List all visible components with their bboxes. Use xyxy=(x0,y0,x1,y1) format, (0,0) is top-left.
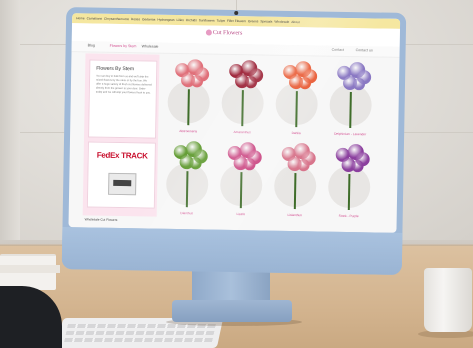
topbar-item[interactable]: Orchids xyxy=(186,18,197,22)
flower-icon xyxy=(205,29,212,36)
nav-item-flowers-by-stem[interactable]: Flowers by Stem xyxy=(110,44,137,48)
product-card[interactable]: Dahlia xyxy=(272,61,325,142)
site-logo[interactable]: Cut Flowers xyxy=(205,29,243,37)
sidebar-text: You can buy in bulk from us and we'll sh… xyxy=(95,74,152,95)
mug xyxy=(424,268,472,332)
topbar-item[interactable]: Specials xyxy=(260,19,272,23)
books xyxy=(0,265,60,273)
product-label[interactable]: Delphinium - Lavender xyxy=(326,132,374,137)
sidebar-note: Wholesale Cut Flowers xyxy=(84,217,118,222)
topbar-item[interactable]: Lilies xyxy=(177,18,184,22)
product-card[interactable]: Alstroemeria xyxy=(164,59,217,140)
tracking-image xyxy=(108,172,137,196)
info-card: Flowers By Stem You can buy in bulk from… xyxy=(88,59,158,139)
topbar-item[interactable]: Roses xyxy=(131,17,140,21)
monitor-base xyxy=(172,300,292,322)
product-card[interactable]: Stock - Purple xyxy=(325,143,378,225)
topbar-item[interactable]: About xyxy=(291,20,299,24)
topbar-item[interactable]: Hydrangeas xyxy=(157,18,174,22)
monitor: Home Carnations Chrysanthemums Roses Gerbera… xyxy=(61,7,407,275)
tracking-card[interactable]: FedEx TRACK xyxy=(86,141,156,209)
nav-item-contact-us[interactable]: Contact us xyxy=(356,48,373,52)
camera-icon xyxy=(234,10,239,16)
product-label[interactable]: Lisianthus xyxy=(271,213,319,218)
product-card[interactable]: Delphinium - Lavender xyxy=(326,62,379,143)
topbar-item[interactable]: Carnations xyxy=(87,16,102,20)
screen: Home Carnations Chrysanthemums Roses Gerbera… xyxy=(68,13,401,233)
topbar-item[interactable]: Chrysanthemums xyxy=(104,17,129,21)
product-label[interactable]: Stock - Purple xyxy=(325,214,373,219)
product-label[interactable]: Dianthus xyxy=(163,211,211,216)
topbar-item[interactable]: Sunflowers xyxy=(199,18,215,22)
nav-item-blog[interactable]: Blog xyxy=(88,43,95,47)
product-card[interactable]: Dianthus xyxy=(163,141,216,222)
topbar-item[interactable]: Gerberas xyxy=(142,17,155,21)
photo-scene: Home Carnations Chrysanthemums Roses Gerbera… xyxy=(0,0,473,348)
topbar-item[interactable]: Filler Flowers xyxy=(227,19,246,23)
sidebar: Flowers By Stem You can buy in bulk from… xyxy=(82,53,160,217)
topbar-item[interactable]: Wholesale xyxy=(274,20,289,24)
monitor-chin xyxy=(61,227,403,275)
product-grid: Alstroemeria Amaranthus Dahlia Delphinium -… xyxy=(163,59,384,227)
topbar-item[interactable]: Greens xyxy=(248,19,259,23)
nav-item-contact[interactable]: Contact xyxy=(332,48,344,52)
sidebar-title: Flowers By Stem xyxy=(96,65,135,73)
nav-item-wholesale[interactable]: Wholesale xyxy=(142,44,159,48)
tracking-logo: FedEx TRACK xyxy=(96,150,148,161)
product-card[interactable]: Liatris xyxy=(217,142,270,223)
product-label[interactable]: Liatris xyxy=(217,212,265,217)
product-card[interactable]: Lisianthus xyxy=(271,143,324,224)
topbar-item[interactable]: Tulips xyxy=(217,19,225,23)
product-card[interactable]: Amaranthus xyxy=(218,60,271,141)
product-label[interactable]: Alstroemeria xyxy=(164,129,212,134)
product-label[interactable]: Dahlia xyxy=(272,131,320,136)
product-label[interactable]: Amaranthus xyxy=(218,130,266,135)
shadow xyxy=(0,0,20,240)
topbar-item[interactable]: Home xyxy=(76,16,85,20)
